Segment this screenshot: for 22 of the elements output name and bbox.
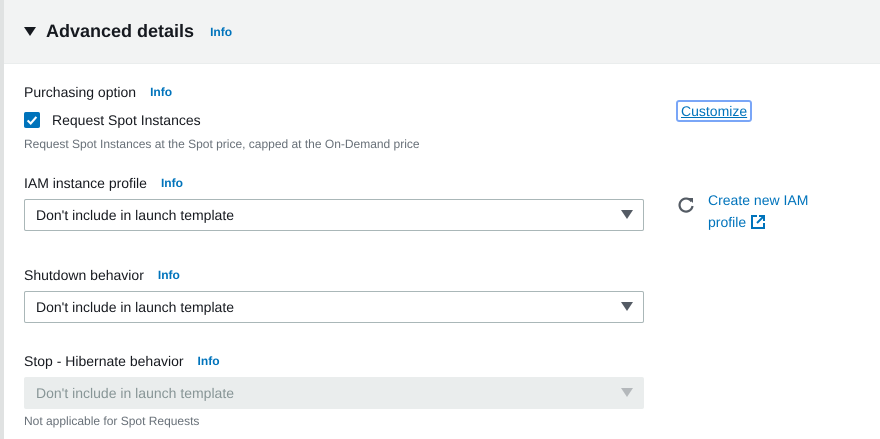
external-link-icon — [750, 214, 766, 230]
select-dropdown[interactable]: Don't include in launch template — [24, 291, 644, 323]
hint-text: Not applicable for Spot Requests — [24, 414, 200, 428]
field-label: Shutdown behavior — [24, 267, 144, 283]
refresh-icon[interactable] — [676, 195, 696, 215]
create-link[interactable]: Create new IAM profile — [708, 189, 828, 233]
select-dropdown[interactable]: Don't include in launch template — [24, 199, 644, 231]
info-link[interactable]: Info — [158, 268, 180, 282]
section-title: Advanced details — [46, 21, 194, 42]
field-label: Stop - Hibernate behavior — [24, 353, 184, 369]
hint-text: Request Spot Instances at the Spot price, capped at the On-Demand price — [24, 137, 421, 151]
info-link[interactable]: Info — [210, 24, 232, 38]
caret-icon[interactable] — [24, 26, 36, 36]
field-label: Purchasing option — [24, 84, 136, 100]
info-link[interactable]: Info — [150, 85, 172, 99]
caret-icon[interactable] — [621, 210, 633, 220]
info-link[interactable]: Info — [160, 176, 183, 190]
caret-icon[interactable] — [621, 302, 633, 312]
field-label: IAM instance profile — [24, 175, 147, 191]
checkbox[interactable] — [24, 112, 40, 128]
checkbox-label[interactable]: Request Spot Instances — [52, 112, 201, 128]
customize-link[interactable]: Customize — [676, 100, 752, 122]
